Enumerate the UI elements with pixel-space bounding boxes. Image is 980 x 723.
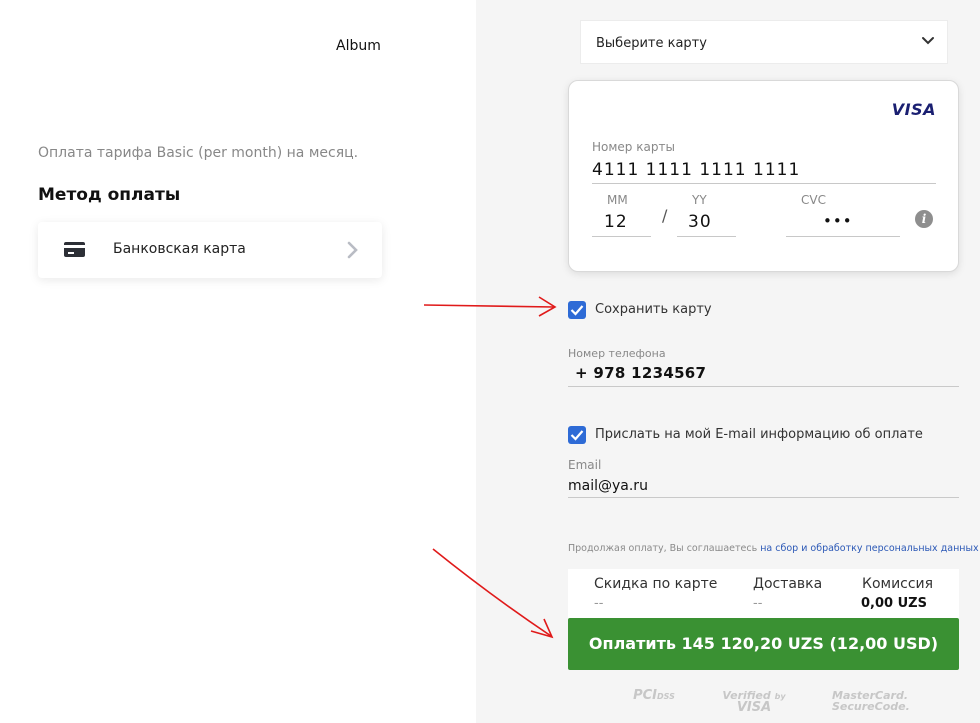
expiry-year-underline — [677, 236, 736, 237]
commission-label: Комиссия — [862, 576, 934, 592]
pci-dss-badge: PCIDSS — [624, 688, 684, 703]
pci-badge-text: PCI — [633, 688, 657, 703]
delivery-value: -- — [753, 596, 763, 611]
chevron-down-icon — [922, 37, 934, 45]
cvc-label: CVC — [801, 193, 826, 207]
payment-method-bank-card[interactable]: Банковская карта — [38, 222, 382, 278]
info-icon[interactable]: i — [915, 210, 933, 228]
left-panel: Album Оплата тарифа Basic (per month) на… — [0, 0, 476, 723]
saved-card-select[interactable]: Выберите карту — [580, 20, 948, 64]
phone-label: Номер телефона — [568, 347, 666, 360]
expiry-separator: / — [662, 206, 668, 225]
email-receipt-checkbox[interactable] — [568, 426, 586, 444]
card-number-underline — [592, 183, 936, 184]
discount-value: -- — [594, 596, 604, 611]
expiry-year-input[interactable]: 30 — [688, 212, 712, 232]
card-number-label: Номер карты — [592, 140, 675, 154]
save-card-checkbox[interactable] — [568, 301, 586, 319]
expiry-month-underline — [592, 236, 651, 237]
phone-underline — [568, 386, 959, 387]
payment-method-label: Банковская карта — [113, 241, 246, 257]
checkmark-icon — [570, 430, 584, 441]
card-number-input[interactable]: 4111 1111 1111 1111 — [592, 160, 800, 180]
email-receipt-label: Прислать на мой E-mail информацию об опл… — [595, 427, 923, 442]
cvc-input[interactable]: ••• — [823, 212, 853, 230]
payment-summary: Скидка по карте -- Доставка -- Комиссия … — [568, 569, 959, 619]
payment-method-heading: Метод оплаты — [38, 185, 181, 205]
consent-prefix: Продолжая оплату, Вы соглашаетесь — [568, 543, 761, 554]
verified-visa-text: VISA — [736, 700, 772, 715]
verified-by-visa-badge: Verified by VISA — [722, 690, 786, 715]
tariff-description: Оплата тарифа Basic (per month) на месяц… — [38, 145, 359, 161]
expiry-month-label: MM — [607, 193, 628, 207]
save-card-label: Сохранить карту — [595, 302, 712, 317]
visa-logo: VISA — [891, 100, 936, 119]
commission-value: 0,00 UZS — [861, 596, 927, 611]
credit-card-icon — [64, 242, 85, 257]
chevron-right-icon — [347, 241, 358, 259]
email-label: Email — [568, 458, 602, 472]
merchant-name: Album — [336, 38, 381, 54]
cvc-underline — [786, 236, 900, 237]
pay-button[interactable]: Оплатить 145 120,20 UZS (12,00 USD) — [568, 618, 959, 670]
personal-data-link[interactable]: на сбор и обработку персональных данных — [760, 543, 978, 554]
verified-by-text: by — [774, 692, 786, 701]
phone-input[interactable]: + 978 1234567 — [575, 364, 706, 382]
saved-card-select-label: Выберите карту — [596, 36, 707, 51]
email-input[interactable]: mail@ya.ru — [568, 478, 648, 494]
consent-text: Продолжая оплату, Вы соглашаетесь на сбо… — [568, 543, 979, 554]
card-details-form: VISA Номер карты 4111 1111 1111 1111 MM … — [568, 80, 959, 272]
expiry-year-label: YY — [692, 193, 707, 207]
expiry-month-input[interactable]: 12 — [604, 212, 628, 232]
checkmark-icon — [570, 305, 584, 316]
mastercard-securecode-badge: MasterCard. SecureCode. — [832, 690, 910, 713]
email-underline — [568, 497, 959, 498]
securecode-badge-text: SecureCode. — [832, 700, 910, 713]
delivery-label: Доставка — [753, 576, 823, 592]
dss-badge-text: DSS — [657, 692, 675, 701]
discount-label: Скидка по карте — [594, 576, 718, 592]
